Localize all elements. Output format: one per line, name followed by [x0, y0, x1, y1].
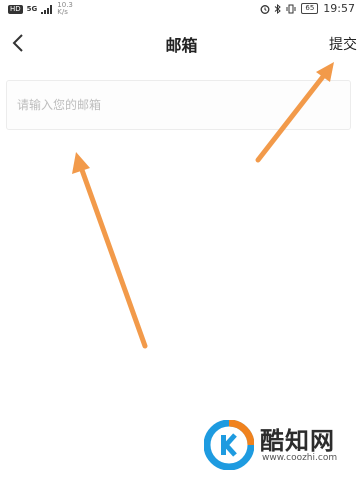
alarm-icon — [260, 4, 270, 14]
watermark: 酷知网 www.coozhi.com — [204, 420, 354, 472]
bluetooth-icon — [275, 3, 282, 14]
submit-button[interactable]: 提交 — [329, 34, 357, 54]
status-left: HD 5G 10.3 K/s — [8, 2, 73, 16]
signal-icon — [41, 4, 53, 14]
email-input[interactable] — [7, 81, 350, 129]
status-time: 19:57 — [323, 2, 355, 15]
speed-unit: K/s — [57, 8, 68, 16]
hd-badge: HD — [8, 4, 23, 14]
battery-indicator: 65 — [301, 3, 319, 14]
page-title: 邮箱 — [165, 36, 198, 55]
arrow-to-email-input — [72, 152, 148, 349]
vibrate-icon — [286, 4, 296, 13]
annotation-arrows — [72, 62, 334, 349]
email-field-container — [6, 80, 351, 130]
status-bar: HD 5G 10.3 K/s 65 19:57 — [0, 0, 363, 20]
status-right: 65 19:57 — [260, 2, 355, 15]
watermark-url: www.coozhi.com — [262, 453, 338, 463]
watermark-name: 酷知网 — [260, 427, 335, 455]
network-type: 5G — [26, 5, 38, 13]
network-speed: 10.3 K/s — [57, 2, 73, 16]
coozhi-logo-icon — [204, 420, 254, 470]
top-navigation-bar: 邮箱 提交 — [0, 26, 363, 60]
